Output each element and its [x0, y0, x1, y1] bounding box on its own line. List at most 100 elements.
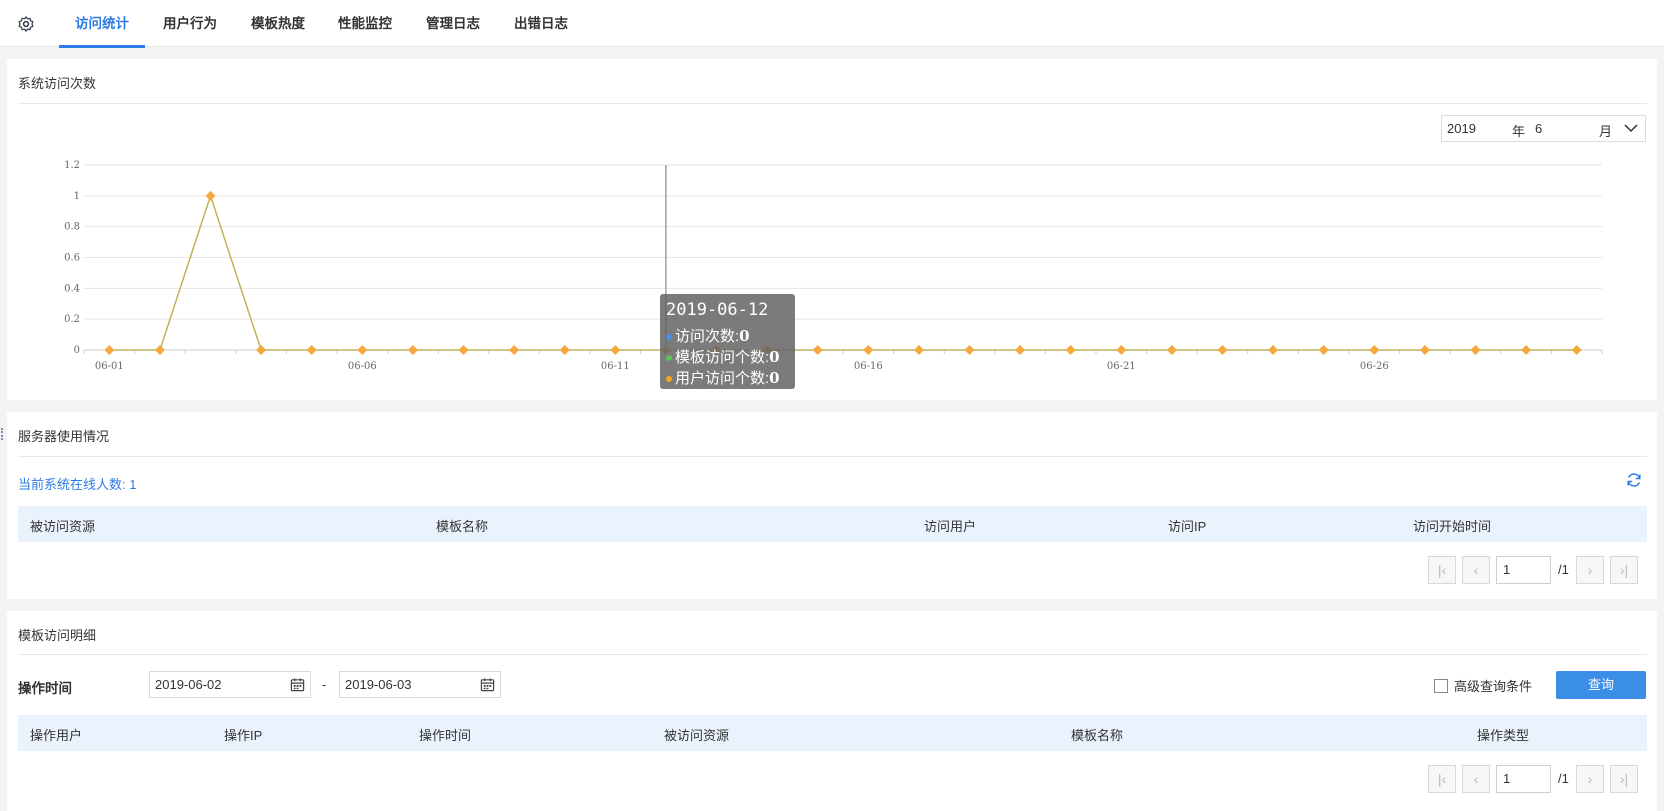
server-table-header: 被访问资源 模板名称 访问用户 访问IP 访问开始时间	[18, 506, 1647, 542]
x-tick-label: 06-11	[601, 361, 630, 372]
advanced-query-checkbox[interactable]: 高级查询条件	[1434, 676, 1532, 695]
data-point-marker	[1217, 345, 1228, 355]
checkbox-icon[interactable]	[1434, 679, 1448, 693]
data-point-marker	[1116, 345, 1127, 355]
data-point-marker	[1571, 345, 1582, 355]
y-tick-label: 0.2	[64, 314, 80, 325]
x-tick-label: 06-21	[1107, 361, 1136, 372]
date-separator: -	[322, 677, 327, 692]
data-point-marker	[610, 345, 621, 355]
data-point-marker	[559, 345, 570, 355]
visits-line-chart: 0 0.2 0.4 0.6 0.8 1 1.2 06-01 06-06 06-11 06-16 06-…	[64, 160, 1603, 372]
start-date-input[interactable]: 2019-06-02	[149, 671, 311, 698]
divider	[18, 456, 1647, 457]
chart-tooltip: 2019-06-12 访问次数:0 模板访问个数:0 用户访问个数:0	[660, 294, 795, 389]
tooltip-label: 用户访问个数:	[675, 370, 770, 387]
data-point-marker	[1015, 345, 1026, 355]
first-page-button[interactable]: |‹	[1428, 556, 1456, 584]
prev-page-button[interactable]: ‹	[1462, 765, 1490, 793]
y-tick-label: 0.6	[64, 253, 80, 264]
data-point-marker	[205, 190, 216, 201]
calendar-icon[interactable]	[290, 677, 305, 692]
data-point-marker	[1369, 345, 1380, 355]
last-page-button[interactable]: ›|	[1610, 765, 1638, 793]
series-dot-icon	[666, 376, 672, 383]
column-header: 操作时间	[419, 728, 472, 743]
page-input[interactable]: 1	[1496, 765, 1551, 793]
y-tick-label: 0.8	[64, 222, 80, 233]
series-line	[109, 193, 1577, 351]
data-point-marker	[913, 345, 924, 355]
column-header: 操作用户	[30, 728, 83, 743]
page-total: /1	[1558, 562, 1569, 577]
end-date-input[interactable]: 2019-06-03	[339, 671, 501, 698]
refresh-icon[interactable]	[1626, 472, 1642, 488]
template-panel	[7, 611, 1657, 811]
next-page-button[interactable]: ›	[1576, 765, 1604, 793]
tooltip-row: 模板访问个数:0	[666, 346, 780, 367]
tooltip-value: 0	[769, 348, 780, 366]
column-header: 访问用户	[924, 519, 977, 534]
series-dot-icon	[666, 334, 672, 341]
tooltip-label: 访问次数:	[675, 328, 740, 345]
server-pagination: |‹ ‹ 1 /1 › ›|	[1428, 556, 1650, 586]
data-point-marker	[1318, 345, 1329, 355]
template-table-header: 操作用户 操作IP 操作时间 被访问资源 模板名称 操作类型	[18, 715, 1647, 751]
tooltip-value: 0	[739, 327, 750, 345]
column-header: 模板名称	[1071, 728, 1124, 743]
data-point-marker	[104, 345, 115, 355]
y-tick-label: 1	[74, 191, 80, 202]
series-line	[109, 193, 1577, 351]
data-point-marker	[812, 345, 823, 355]
end-date-value: 2019-06-03	[345, 677, 412, 692]
calendar-icon[interactable]	[480, 677, 495, 692]
x-tick-label: 06-06	[348, 361, 377, 372]
drag-handle-icon[interactable]	[1, 428, 3, 440]
series-dot-icon	[666, 355, 672, 362]
column-header: 访问IP	[1168, 519, 1207, 534]
data-point-marker	[1419, 345, 1430, 355]
tooltip-date: 2019-06-12	[666, 300, 769, 320]
query-button[interactable]: 查询	[1556, 671, 1646, 699]
server-panel-title: 服务器使用情况	[18, 429, 110, 444]
next-page-button[interactable]: ›	[1576, 556, 1604, 584]
tooltip-value: 0	[769, 369, 780, 387]
tooltip-row: 访问次数:0	[666, 325, 750, 346]
data-point-marker	[1065, 345, 1076, 355]
x-tick-label: 06-26	[1360, 361, 1389, 372]
data-point-marker	[1470, 345, 1481, 355]
series-line	[109, 193, 1577, 351]
advanced-query-label: 高级查询条件	[1454, 679, 1533, 694]
y-tick-label: 0.4	[64, 283, 80, 294]
tooltip-row: 用户访问个数:0	[666, 367, 780, 388]
x-tick-label: 06-01	[95, 361, 124, 372]
prev-page-button[interactable]: ‹	[1462, 556, 1490, 584]
data-point-marker	[357, 345, 368, 355]
data-point-marker	[863, 345, 874, 355]
tooltip-label: 模板访问个数:	[675, 349, 770, 366]
template-panel-title: 模板访问明细	[18, 628, 97, 643]
data-point-marker	[509, 345, 520, 355]
data-point-marker	[1521, 345, 1532, 355]
data-point-marker	[458, 345, 469, 355]
x-tick-label: 06-16	[854, 361, 883, 372]
data-point-marker	[256, 345, 267, 355]
column-header: 操作IP	[224, 728, 263, 743]
column-header: 被访问资源	[30, 519, 96, 534]
column-header: 访问开始时间	[1413, 519, 1492, 534]
page-total: /1	[1558, 771, 1569, 786]
data-point-marker	[407, 345, 418, 355]
data-point-marker	[154, 345, 165, 355]
y-tick-label: 1.2	[64, 160, 80, 171]
op-time-label: 操作时间	[18, 681, 72, 696]
data-point-marker	[964, 345, 975, 355]
column-header: 被访问资源	[664, 728, 730, 743]
data-point-marker	[1268, 345, 1279, 355]
template-pagination: |‹ ‹ 1 /1 › ›|	[1428, 765, 1650, 795]
start-date-value: 2019-06-02	[155, 677, 222, 692]
page-input[interactable]: 1	[1496, 556, 1551, 584]
first-page-button[interactable]: |‹	[1428, 765, 1456, 793]
last-page-button[interactable]: ›|	[1610, 556, 1638, 584]
divider	[18, 654, 1647, 655]
online-count: 当前系统在线人数: 1	[18, 477, 137, 492]
